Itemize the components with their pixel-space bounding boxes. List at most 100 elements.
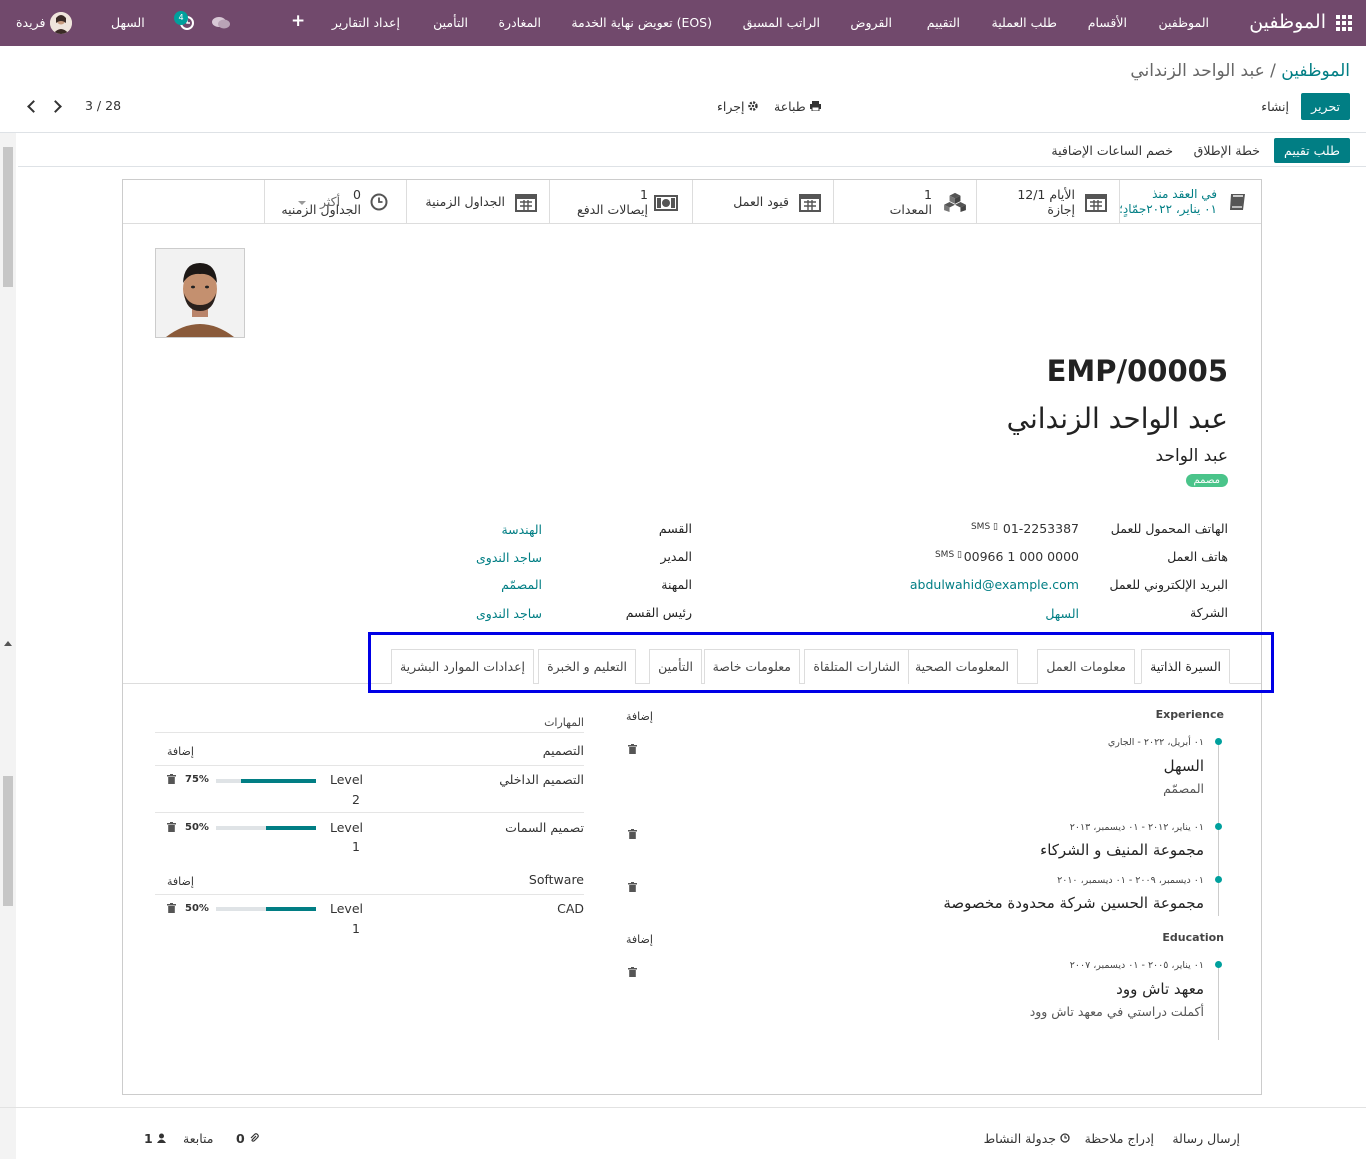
- resume-line-dates: ٠١ يناير، ٢٠١٢ - ٠١ ديسمبر، ٢٠١٣: [1069, 822, 1204, 833]
- action-dropdown[interactable]: إجراء: [717, 99, 759, 114]
- menu-employees[interactable]: الموظفين: [1158, 15, 1209, 30]
- trash-icon[interactable]: [628, 744, 637, 754]
- trash-icon[interactable]: [167, 903, 176, 913]
- menu-leave[interactable]: المغادرة: [499, 15, 542, 30]
- equipment-smart-button[interactable]: 1 المعدات: [833, 180, 976, 224]
- sms-work-phone-link[interactable]: SMS ▯: [935, 550, 962, 560]
- skill-progress-percent: 50%: [185, 903, 209, 914]
- breadcrumb-root[interactable]: الموظفين: [1281, 61, 1350, 81]
- job-position-value[interactable]: المصمّم: [501, 577, 542, 592]
- education-timeline: [1218, 964, 1219, 1040]
- quick-create-icon[interactable]: +: [291, 11, 305, 31]
- followers-button[interactable]: 1: [144, 1131, 166, 1146]
- company-value[interactable]: السهل: [1045, 606, 1079, 621]
- timeline-dot: [1215, 961, 1222, 968]
- print-dropdown[interactable]: طباعة: [774, 99, 821, 114]
- smart-buttons-bar: في العقد منذ ٠١ يناير، ٢٠٢٢جمّادٍ؛ 12/1 …: [123, 180, 1261, 224]
- app-title[interactable]: الموظفين: [1249, 11, 1326, 33]
- contract-smart-button[interactable]: في العقد منذ ٠١ يناير، ٢٠٢٢جمّادٍ؛: [1119, 180, 1261, 224]
- employee-photo[interactable]: [155, 248, 245, 338]
- menu-process-request[interactable]: طلب العملية: [992, 15, 1058, 30]
- pager-next-icon[interactable]: [49, 100, 62, 113]
- menu-reporting[interactable]: إعداد التقارير: [332, 15, 400, 30]
- resume-line-name[interactable]: مجموعة المنيف و الشركاء: [1040, 841, 1204, 859]
- timeline-dot: [1215, 823, 1222, 830]
- payslips-smart-button[interactable]: 1 إيصالات الدفع: [549, 180, 692, 224]
- menu-departments[interactable]: الأقسام: [1088, 15, 1127, 30]
- skill-name[interactable]: التصميم الداخلي: [499, 772, 584, 787]
- skill-add-button[interactable]: إضافة: [167, 745, 194, 758]
- coach-value[interactable]: ساجد الندوى: [476, 606, 542, 621]
- work-entries-smart-button[interactable]: قيود العمل: [692, 180, 833, 224]
- trash-icon[interactable]: [628, 967, 637, 977]
- scrollbar-thumb-bottom[interactable]: [3, 776, 13, 906]
- menu-advance-salary[interactable]: الراتب المسبق: [743, 15, 820, 30]
- department-value[interactable]: الهندسة: [501, 522, 542, 537]
- resume-line-name[interactable]: السهل: [1164, 757, 1204, 775]
- page-scrollbar[interactable]: [0, 133, 16, 1159]
- field-label-work-phone: هاتف العمل: [1167, 549, 1228, 564]
- resume-add-experience-button[interactable]: إضافة: [626, 710, 653, 723]
- menu-loans[interactable]: القروض: [850, 15, 892, 30]
- employee-code[interactable]: EMP/00005: [1047, 354, 1228, 388]
- skill-level-value: 2: [352, 792, 360, 807]
- work-email-value[interactable]: abdulwahid@example.com: [910, 577, 1079, 592]
- employee-name[interactable]: عبد الواحد الزنداني: [1007, 402, 1228, 435]
- employee-job-title[interactable]: عبد الواحد: [1156, 446, 1228, 466]
- user-menu[interactable]: فريدة: [16, 15, 45, 30]
- skill-name[interactable]: CAD: [557, 901, 584, 916]
- mobile-phone-value[interactable]: 01-2253387: [1003, 521, 1079, 536]
- company-switcher[interactable]: السهل: [111, 15, 145, 30]
- gear-icon: [748, 101, 759, 111]
- resume-line-dates: ٠١ ديسمبر، ٢٠٠٩ - ٠١ ديسمبر، ٢٠١٠: [1057, 875, 1204, 886]
- sms-mobile-link[interactable]: SMS ▯: [971, 522, 998, 532]
- skill-progress-percent: 75%: [185, 774, 209, 785]
- caret-down-icon: [298, 200, 306, 205]
- onboarding-plan-button[interactable]: خطة الإطلاق: [1194, 143, 1260, 158]
- skill-name[interactable]: تصميم السمات: [505, 820, 584, 835]
- leave-smart-button[interactable]: 12/1 الأيام إجازة: [976, 180, 1119, 224]
- scroll-up-arrow-icon[interactable]: [4, 641, 12, 646]
- attachments-button[interactable]: 0: [236, 1131, 259, 1146]
- book-icon: [1230, 194, 1245, 210]
- experience-section-title: Experience: [1155, 708, 1224, 721]
- edit-button[interactable]: تحرير: [1301, 93, 1350, 120]
- employee-tag-badge[interactable]: مصمم: [1185, 474, 1228, 487]
- clock-icon: [370, 193, 388, 211]
- work-phone-value[interactable]: 00966 1 000 0000: [964, 549, 1079, 564]
- follow-button[interactable]: متابعة: [183, 1131, 214, 1146]
- skill-progress-percent: 50%: [185, 822, 209, 833]
- overtime-deduction-button[interactable]: خصم الساعات الإضافية: [1051, 143, 1173, 158]
- resume-line-name[interactable]: مجموعة الحسين شركة محدودة مخصوصة: [943, 894, 1204, 912]
- create-button[interactable]: إنشاء: [1261, 99, 1289, 114]
- more-smart-buttons[interactable]: أكثر: [296, 194, 340, 209]
- schedule-activity-button[interactable]: جدولة النشاط: [984, 1131, 1070, 1146]
- contract-since-date: ٠١ يناير، ٢٠٢٢جمّادٍ؛: [1119, 202, 1217, 216]
- pager-value[interactable]: 3 / 28: [85, 98, 121, 113]
- trash-icon[interactable]: [628, 882, 637, 892]
- skill-add-button[interactable]: إضافة: [167, 875, 194, 888]
- apps-menu-icon[interactable]: [1336, 15, 1354, 31]
- user-avatar[interactable]: [50, 12, 72, 34]
- resume-add-education-button[interactable]: إضافة: [626, 933, 653, 946]
- menu-appraisal[interactable]: التقييم: [927, 15, 960, 30]
- scrollbar-thumb-top[interactable]: [3, 147, 13, 287]
- breadcrumb-separator: /: [1270, 61, 1276, 81]
- trash-icon[interactable]: [628, 829, 637, 839]
- skills-separator: [155, 732, 584, 733]
- request-appraisal-button[interactable]: طلب تقييم: [1274, 138, 1350, 163]
- messaging-icon[interactable]: [212, 16, 230, 30]
- pager-previous-icon[interactable]: [27, 100, 40, 113]
- field-label-job-position: المهنة: [661, 577, 692, 592]
- log-note-button[interactable]: إدراج ملاحظة: [1085, 1131, 1154, 1146]
- top-navbar: الموظفين الموظفين الأقسام طلب العملية ال…: [0, 0, 1366, 46]
- trash-icon[interactable]: [167, 774, 176, 784]
- resume-line-dates: ٠١ أبريل، ٢٠٢٢ - الجاري: [1107, 737, 1204, 748]
- trash-icon[interactable]: [167, 822, 176, 832]
- resume-line-name[interactable]: معهد تاش وود: [1116, 980, 1204, 998]
- skill-level-value: 1: [352, 839, 360, 854]
- menu-insurance[interactable]: التأمين: [433, 15, 468, 30]
- menu-eos[interactable]: تعويض نهاية الخدمة (EOS): [571, 15, 712, 30]
- manager-value[interactable]: ساجد الندوى: [476, 550, 542, 565]
- send-message-button[interactable]: إرسال رسالة: [1172, 1131, 1240, 1146]
